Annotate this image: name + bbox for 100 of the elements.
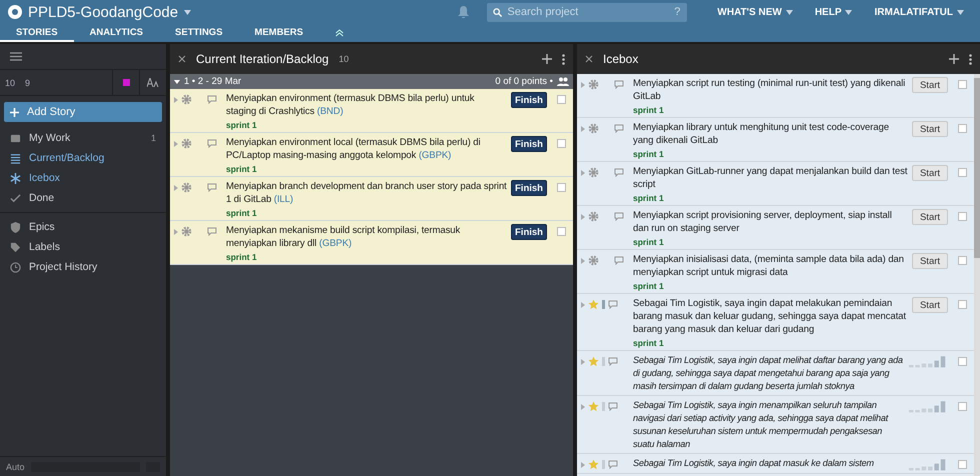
caret-icon[interactable] — [957, 10, 964, 14]
story-label[interactable]: sprint 1 — [226, 252, 507, 262]
select-checkbox[interactable] — [557, 139, 566, 148]
story-label[interactable]: sprint 1 — [633, 338, 908, 348]
story-row[interactable]: Menyiapkan environment (termasuk DBMS bila perlu) untuk staging di Crashlytics (BND) sprint 1 Finish — [170, 89, 573, 133]
sidebar-item[interactable]: Project History — [0, 257, 166, 277]
story-action-button[interactable]: Start — [912, 253, 948, 269]
story-row[interactable]: Menyiapkan environment local (termasuk DBMS bila perlu) di PC/Laptop masing-masing anggota kelompok (GBPK) sprint 1 Finish — [170, 133, 573, 177]
expand-arrow-icon[interactable] — [174, 184, 178, 190]
font-size-icon[interactable] — [147, 78, 159, 87]
snowflake-icon — [10, 172, 21, 184]
menu-item[interactable]: IRMALATIFATUL — [866, 6, 972, 18]
select-checkbox[interactable] — [958, 80, 967, 89]
comment-icon — [608, 460, 618, 469]
more-icon[interactable] — [562, 54, 565, 64]
expand-arrow-icon[interactable] — [581, 358, 585, 364]
estimate-picker[interactable] — [908, 399, 948, 413]
story-row[interactable]: Menyiapkan GitLab-runner yang dapat menjalankan build dan test script sprint 1 Start — [577, 162, 974, 206]
sidebar-item[interactable]: Epics — [0, 217, 166, 237]
project-name[interactable]: PPLD5-GoodangCode — [28, 4, 178, 20]
select-checkbox[interactable] — [958, 168, 967, 177]
select-checkbox[interactable] — [958, 402, 967, 411]
bell-icon[interactable] — [458, 6, 470, 18]
more-icon[interactable] — [969, 54, 972, 64]
owner-link[interactable]: (BND) — [317, 106, 344, 117]
expand-arrow-icon[interactable] — [581, 462, 585, 468]
menu-item[interactable]: HELP — [806, 6, 860, 18]
expand-arrow-icon[interactable] — [581, 302, 585, 308]
story-action-button[interactable]: Start — [912, 209, 948, 225]
owner-link[interactable]: (GBPK) — [418, 150, 452, 161]
color-swatch-icon[interactable] — [122, 79, 130, 86]
expand-arrow-icon[interactable] — [581, 170, 585, 176]
sidebar-item[interactable]: Current/Backlog — [0, 148, 166, 168]
story-title: Menyiapkan inisialisasi data, (meminta sample data bila ada) dan menyiapkan script untuk migrasi data — [633, 253, 905, 279]
owner-link[interactable]: (GBPK) — [319, 238, 352, 249]
shield-icon — [10, 222, 21, 232]
tab[interactable]: STORIES — [0, 24, 74, 42]
story-label[interactable]: sprint 1 — [633, 105, 908, 115]
expand-arrow-icon[interactable] — [174, 140, 178, 146]
select-checkbox[interactable] — [557, 95, 566, 104]
expand-arrow-icon[interactable] — [581, 214, 585, 220]
add-story-button[interactable]: Add Story — [4, 102, 162, 122]
sidebar-item[interactable]: My Work 1 — [0, 128, 166, 148]
select-checkbox[interactable] — [557, 183, 566, 192]
collapse-arrow-icon[interactable] — [174, 80, 180, 84]
search-icon — [493, 8, 502, 16]
tab[interactable]: SETTINGS — [159, 24, 239, 42]
caret-icon[interactable] — [845, 10, 852, 14]
story-row[interactable]: Menyiapkan script run testing (minimal run-unit test) yang dikenali GitLab sprint 1 Start — [577, 74, 974, 118]
story-action-button[interactable]: Start — [912, 297, 948, 313]
story-row[interactable]: Menyiapkan mekanisme build script kompilasi, termasuk menyiapkan library dll (GBPK) sprint 1 Finish — [170, 221, 573, 265]
sidebar-item[interactable]: Done — [0, 188, 166, 208]
sidebar-item[interactable]: Icebox — [0, 168, 166, 188]
owner-link[interactable]: (ILL) — [274, 194, 294, 205]
story-action-button[interactable]: Start — [912, 121, 948, 137]
select-checkbox[interactable] — [557, 227, 566, 236]
story-label[interactable]: sprint 1 — [633, 193, 908, 203]
expand-arrow-icon[interactable] — [581, 258, 585, 264]
select-checkbox[interactable] — [958, 212, 967, 221]
tab[interactable]: MEMBERS — [238, 24, 320, 42]
menu-item[interactable]: WHAT'S NEW — [709, 6, 801, 18]
story-row[interactable]: Menyiapkan library untuk menghitung unit test code-coverage yang dikenali GitLab sprint 1 Start — [577, 118, 974, 162]
story-action-button[interactable]: Start — [912, 165, 948, 181]
story-label[interactable]: sprint 1 — [633, 281, 908, 291]
story-action-button[interactable]: Finish — [511, 180, 547, 196]
select-checkbox[interactable] — [958, 460, 967, 469]
story-row[interactable]: Menyiapkan inisialisasi data, (meminta sample data bila ada) dan menyiapkan script untuk migrasi data sprint 1 Start — [577, 250, 974, 294]
close-icon[interactable] — [178, 55, 186, 63]
story-label[interactable]: sprint 1 — [633, 237, 908, 247]
story-action-button[interactable]: Start — [912, 77, 948, 93]
expand-arrow-icon[interactable] — [174, 228, 178, 234]
estimate-picker[interactable] — [908, 457, 948, 471]
caret-icon[interactable] — [184, 10, 192, 14]
expand-arrow-icon[interactable] — [581, 82, 585, 88]
expand-arrow-icon[interactable] — [581, 126, 585, 132]
select-checkbox[interactable] — [958, 300, 967, 309]
expand-arrow-icon[interactable] — [581, 404, 585, 410]
scrollbar[interactable] — [974, 74, 980, 476]
story-row[interactable]: Sebagai Tim Logistik, saya ingin dapat melakukan pemindaian barang masuk dan keluar gudang, sehingga saya dapat mencatat barang yang masuk dan keluar dari gudang sprint 1 Start — [577, 294, 974, 351]
story-label[interactable]: sprint 1 — [633, 149, 908, 159]
story-label[interactable]: sprint 1 — [226, 208, 507, 218]
estimate-picker[interactable] — [908, 354, 948, 368]
story-action-button[interactable]: Finish — [511, 136, 547, 152]
story-label[interactable]: sprint 1 — [226, 120, 507, 130]
close-icon[interactable] — [585, 55, 593, 63]
select-checkbox[interactable] — [958, 256, 967, 265]
story-row[interactable]: Menyiapkan branch development dan branch user story pada sprint 1 di GitLab (ILL) sprint 1 Finish — [170, 177, 573, 221]
select-checkbox[interactable] — [958, 357, 967, 366]
story-action-button[interactable]: Finish — [511, 92, 547, 108]
caret-icon[interactable] — [786, 10, 793, 14]
menu-icon[interactable] — [10, 52, 22, 61]
tab[interactable]: ANALYTICS — [74, 24, 160, 42]
sidebar-item[interactable]: Labels — [0, 237, 166, 257]
expand-arrow-icon[interactable] — [174, 96, 178, 102]
add-icon[interactable] — [949, 54, 959, 64]
story-action-button[interactable]: Finish — [511, 224, 547, 240]
story-label[interactable]: sprint 1 — [226, 164, 507, 174]
story-row[interactable]: Menyiapkan script provisioning server, deployment, siap install dan run on staging server sprint 1 Start — [577, 206, 974, 250]
select-checkbox[interactable] — [958, 124, 967, 133]
add-icon[interactable] — [542, 54, 552, 64]
